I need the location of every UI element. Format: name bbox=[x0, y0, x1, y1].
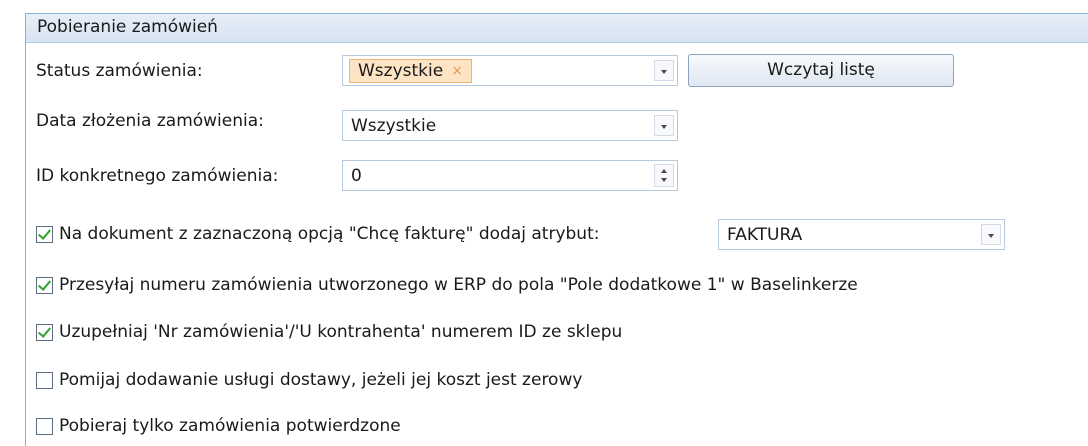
option-skip-free-shipping[interactable]: Pomijaj dodawanie usługi dostawy, jeżeli… bbox=[36, 368, 582, 392]
fill-order-number-checkbox[interactable] bbox=[36, 323, 53, 341]
confirmed-only-checkbox[interactable] bbox=[36, 417, 53, 435]
status-chip: Wszystkie × bbox=[349, 59, 472, 83]
order-id-label: ID konkretnego zamówienia: bbox=[36, 166, 279, 186]
option-fill-order-number[interactable]: Uzupełniaj 'Nr zamówienia'/'U kontrahent… bbox=[36, 320, 622, 344]
invoice-attribute-select[interactable]: FAKTURA bbox=[718, 219, 1005, 250]
invoice-attribute-checkbox[interactable] bbox=[36, 225, 53, 243]
chevron-down-icon[interactable] bbox=[654, 60, 674, 81]
status-label: Status zamówienia: bbox=[36, 61, 203, 81]
option-label: Uzupełniaj 'Nr zamówienia'/'U kontrahent… bbox=[59, 322, 623, 342]
skip-free-shipping-checkbox[interactable] bbox=[36, 371, 53, 389]
send-order-number-checkbox[interactable] bbox=[36, 276, 53, 294]
chevron-down-icon[interactable] bbox=[981, 224, 1001, 245]
section-title: Pobieranie zamówień bbox=[37, 17, 218, 37]
invoice-attribute-option[interactable]: Na dokument z zaznaczoną opcją "Chcę fak… bbox=[36, 222, 599, 246]
chevron-down-icon[interactable] bbox=[654, 115, 674, 136]
invoice-attribute-label: Na dokument z zaznaczoną opcją "Chcę fak… bbox=[59, 224, 600, 244]
order-id-spinner[interactable]: 0 bbox=[342, 160, 678, 191]
option-label: Przesyłaj numeru zamówienia utworzonego … bbox=[59, 275, 858, 295]
spin-up-icon[interactable] bbox=[661, 169, 667, 173]
close-icon[interactable]: × bbox=[451, 63, 463, 79]
order-date-value: Wszystkie bbox=[351, 116, 437, 136]
orders-download-panel: Pobieranie zamówień Status zamówienia: W… bbox=[25, 13, 1088, 446]
order-date-label: Data złożenia zamówienia: bbox=[36, 111, 264, 131]
option-label: Pobieraj tylko zamówienia potwierdzone bbox=[59, 416, 401, 436]
option-send-order-number[interactable]: Przesyłaj numeru zamówienia utworzonego … bbox=[36, 273, 858, 297]
status-chip-label: Wszystkie bbox=[358, 61, 444, 81]
spin-down-icon[interactable] bbox=[661, 178, 667, 182]
invoice-attribute-value: FAKTURA bbox=[727, 225, 803, 245]
section-header: Pobieranie zamówień bbox=[26, 14, 1088, 43]
spinner-buttons[interactable] bbox=[654, 164, 674, 187]
option-confirmed-only[interactable]: Pobieraj tylko zamówienia potwierdzone bbox=[36, 414, 401, 438]
option-label: Pomijaj dodawanie usługi dostawy, jeżeli… bbox=[59, 370, 583, 390]
status-select[interactable]: Wszystkie × bbox=[342, 55, 678, 86]
load-list-button[interactable]: Wczytaj listę bbox=[688, 54, 954, 87]
order-id-value: 0 bbox=[351, 166, 362, 186]
order-date-select[interactable]: Wszystkie bbox=[342, 110, 678, 141]
